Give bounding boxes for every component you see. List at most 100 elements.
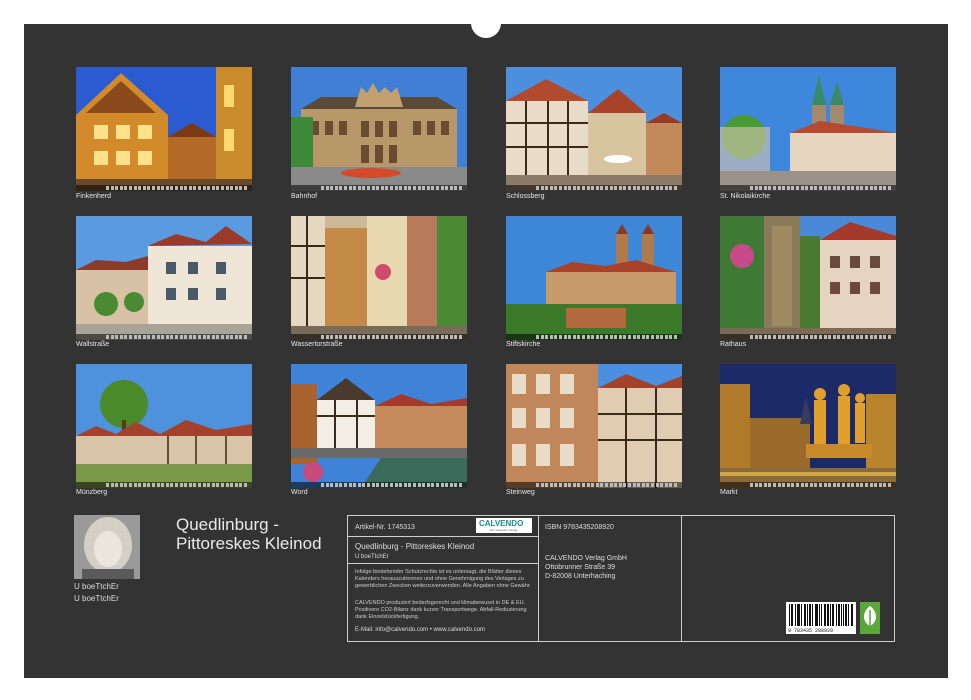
day-tick	[367, 483, 370, 487]
day-tick	[837, 335, 841, 339]
photo-bahnhof	[291, 67, 467, 191]
day-tick	[188, 483, 192, 487]
month-strip	[76, 185, 252, 191]
day-tick	[110, 186, 114, 190]
day-tick	[791, 186, 795, 190]
day-tick	[147, 483, 151, 487]
day-tick	[221, 335, 224, 339]
month-strip	[291, 185, 467, 191]
photo-caption: Stiftskirche	[506, 341, 541, 348]
day-tick	[563, 335, 567, 339]
day-tick	[759, 335, 763, 339]
day-tick	[202, 483, 206, 487]
day-tick	[431, 483, 435, 487]
day-tick	[832, 186, 836, 190]
day-tick	[595, 186, 599, 190]
day-tick	[385, 186, 389, 190]
day-tick	[609, 483, 613, 487]
barcode-bar	[851, 604, 852, 626]
day-tick	[198, 483, 201, 487]
day-tick	[777, 335, 781, 339]
day-tick	[782, 335, 786, 339]
day-tick	[846, 186, 850, 190]
day-tick	[664, 186, 668, 190]
day-tick	[193, 335, 197, 339]
day-tick	[244, 483, 247, 487]
day-tick	[142, 186, 146, 190]
day-tick	[380, 335, 384, 339]
day-tick	[142, 483, 146, 487]
day-tick	[454, 483, 458, 487]
contact-line: E-Mail: info@calvendo.com • www.calvendo…	[355, 627, 485, 633]
day-tick	[399, 186, 403, 190]
day-tick	[664, 335, 668, 339]
photo-word	[291, 364, 467, 488]
day-tick	[554, 186, 558, 190]
day-tick	[545, 483, 549, 487]
barcode-bar	[825, 604, 826, 626]
day-tick	[133, 483, 137, 487]
day-tick	[796, 335, 799, 339]
day-tick	[842, 335, 845, 339]
day-tick	[426, 335, 430, 339]
barcode-bar	[821, 604, 822, 626]
day-tick	[348, 186, 352, 190]
day-tick	[334, 186, 338, 190]
day-tick	[445, 483, 449, 487]
day-tick	[846, 483, 850, 487]
day-tick	[239, 335, 243, 339]
day-tick	[225, 186, 229, 190]
barcode-bar	[827, 604, 828, 626]
day-tick	[754, 335, 758, 339]
month-strip	[720, 334, 896, 340]
day-tick	[175, 483, 178, 487]
day-tick	[559, 335, 562, 339]
day-tick	[211, 335, 215, 339]
day-tick	[170, 483, 174, 487]
day-tick	[454, 335, 458, 339]
legal-notice: Infolge bestehender Schutzrechte ist es …	[355, 569, 531, 589]
barcode-bar	[809, 604, 810, 626]
day-tick	[651, 186, 654, 190]
day-tick	[828, 483, 832, 487]
day-tick	[888, 483, 891, 487]
day-tick	[362, 186, 366, 190]
day-tick	[133, 186, 137, 190]
day-tick	[422, 335, 426, 339]
day-tick	[637, 186, 641, 190]
day-tick	[586, 483, 590, 487]
day-tick	[344, 483, 347, 487]
photo-caption: Münzberg	[76, 489, 108, 496]
barcode-bar	[792, 604, 793, 626]
day-tick	[179, 335, 183, 339]
barcode-bar	[833, 604, 834, 626]
day-tick	[591, 483, 595, 487]
day-tick	[353, 483, 357, 487]
day-tick	[586, 335, 590, 339]
calvendo-logo: CALVENDO Der Kalender-Verlag	[476, 518, 532, 533]
day-tick	[828, 335, 832, 339]
day-tick	[595, 483, 599, 487]
day-tick	[165, 335, 169, 339]
day-tick	[165, 483, 169, 487]
barcode-bar	[789, 604, 790, 626]
day-tick	[436, 483, 439, 487]
author-name: U boeTtchEr	[74, 594, 119, 603]
day-tick	[184, 483, 188, 487]
day-tick	[637, 335, 641, 339]
day-tick	[165, 186, 169, 190]
day-tick	[577, 483, 581, 487]
author-name: U boeTtchEr	[74, 582, 119, 591]
day-tick	[750, 335, 753, 339]
photo-caption: Schlossberg	[506, 193, 545, 200]
day-tick	[321, 186, 324, 190]
photo-caption: Wassertorstraße	[291, 341, 343, 348]
day-tick	[390, 483, 393, 487]
day-tick	[417, 335, 421, 339]
day-tick	[161, 335, 165, 339]
day-tick	[777, 483, 781, 487]
photo-rathaus	[720, 216, 896, 340]
day-tick	[674, 483, 677, 487]
day-tick	[823, 335, 827, 339]
day-tick	[814, 335, 818, 339]
